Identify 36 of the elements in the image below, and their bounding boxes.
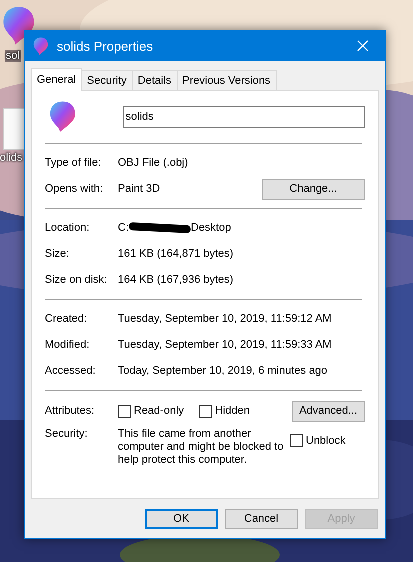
field-label: Accessed: xyxy=(45,365,97,377)
window-title: solids Properties xyxy=(57,38,154,54)
field-value: C: xyxy=(118,222,129,234)
advanced-button[interactable]: Advanced... xyxy=(292,400,365,422)
tab[interactable]: General xyxy=(31,68,82,91)
field-value: Today, September 10, 2019, 6 minutes ago xyxy=(118,365,329,377)
name-field[interactable]: solids xyxy=(122,106,365,128)
field-label: Type of file: xyxy=(45,157,102,169)
field-value: Tuesday, September 10, 2019, 11:59:33 AM xyxy=(118,339,333,351)
change-button[interactable]: Change... xyxy=(262,178,365,200)
field-label: Size: xyxy=(45,248,70,260)
checkbox[interactable] xyxy=(118,404,131,418)
field-label: Attributes: xyxy=(45,405,96,417)
field-value: 164 KB (167,936 bytes) xyxy=(118,274,235,286)
checkbox[interactable] xyxy=(199,404,212,418)
checkbox-label[interactable]: Unblock xyxy=(306,434,346,446)
field-label: Created: xyxy=(45,313,88,325)
checkbox-label[interactable]: Read-only xyxy=(134,405,184,417)
checkbox-label[interactable]: Hidden xyxy=(215,405,250,417)
paint-3d-icon xyxy=(49,100,77,134)
field-value: Desktop xyxy=(191,222,232,234)
field-label: Security: xyxy=(45,428,89,440)
field-value: OBJ File (.obj) xyxy=(118,157,190,169)
field-label: Modified: xyxy=(45,339,91,351)
field-label: Size on disk: xyxy=(45,274,108,286)
dialog-button[interactable]: OK xyxy=(145,509,218,529)
field-label: Opens with: xyxy=(45,183,104,195)
field-value: Tuesday, September 10, 2019, 11:59:12 AM xyxy=(118,313,333,325)
security-message: This file came from another computer and might be blocked to help protect this computer. xyxy=(118,428,285,467)
checkbox[interactable] xyxy=(290,434,303,447)
dialog-button[interactable]: Cancel xyxy=(225,509,298,529)
desktop-icon-label[interactable]: sol xyxy=(5,50,22,62)
field-label: Location: xyxy=(45,222,91,234)
field-value: 161 KB (164,871 bytes) xyxy=(118,248,235,260)
field-value: Paint 3D xyxy=(118,183,162,195)
tab[interactable]: Previous Versions xyxy=(176,70,277,90)
